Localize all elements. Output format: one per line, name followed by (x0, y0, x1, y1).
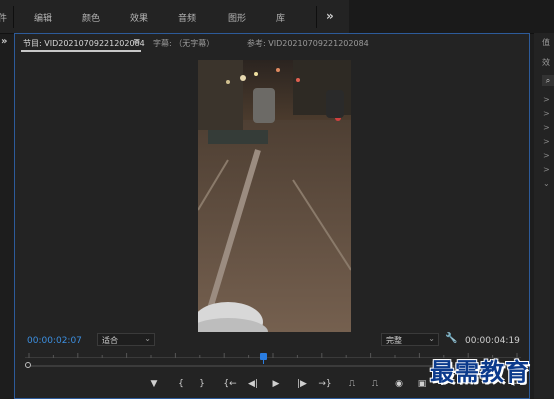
chevron-right-icon[interactable]: > (543, 151, 550, 160)
chevron-down-icon: ⌄ (428, 334, 435, 343)
mark-out-button[interactable]: } (193, 377, 211, 391)
workspace-bar: 件 编辑 颜色 效果 音频 图形 库 » (0, 0, 554, 34)
zoom-level-dropdown[interactable]: 适合 ⌄ (97, 333, 155, 346)
workspace-tab-effects[interactable]: 效果 (130, 11, 148, 24)
compare-button[interactable]: ▣ (413, 377, 431, 391)
step-back-button[interactable]: ◀| (244, 377, 262, 391)
workspace-overflow-button[interactable]: » (326, 9, 334, 23)
playback-resolution-value: 完整 (386, 336, 402, 345)
scroll-handle[interactable] (25, 362, 31, 368)
add-marker-button[interactable]: ▼ (145, 377, 163, 391)
wrench-icon[interactable]: 🔧 (445, 333, 457, 344)
expand-left-panel-icon[interactable]: » (1, 36, 7, 47)
workspace-bar-empty (349, 0, 554, 33)
chevron-right-icon[interactable]: > (543, 137, 550, 146)
chevron-right-icon[interactable]: > (543, 109, 550, 118)
right-panel-collapsed: 值 效 ⌕ > > > > > > ⌄ (534, 33, 554, 399)
playback-resolution-dropdown[interactable]: 完整 ⌄ (381, 333, 439, 346)
mark-in-button[interactable]: { (172, 377, 190, 391)
watermark-logo: 最需教育 (430, 357, 530, 386)
duration-timecode: 00:00:04:19 (465, 336, 520, 346)
workspace-tab-edit[interactable]: 编辑 (34, 11, 52, 24)
chevron-down-icon: ⌄ (144, 334, 151, 343)
timecode-row: 00:00:02:07 适合 ⌄ 完整 ⌄ 🔧 00:00:04:19 (15, 332, 529, 350)
workspace-tab-audio[interactable]: 音频 (178, 11, 196, 24)
go-to-out-button[interactable]: →} (316, 377, 334, 391)
program-monitor: 节目: VID20210709221202084 ≡ 字幕: （无字幕） 参考:… (14, 33, 530, 399)
play-button[interactable]: ▶ (267, 377, 285, 391)
workspace-tab-file[interactable]: 件 (0, 11, 7, 24)
go-to-in-button[interactable]: {← (221, 377, 239, 391)
extract-button[interactable]: ⎍ (366, 377, 384, 391)
zoom-level-value: 适合 (102, 336, 118, 345)
search-icon[interactable]: ⌕ (542, 75, 554, 86)
chevron-right-icon[interactable]: > (543, 165, 550, 174)
panel-tab-row: 节目: VID20210709221202084 ≡ 字幕: （无字幕） 参考:… (15, 34, 529, 52)
video-frame[interactable] (198, 60, 351, 332)
export-frame-button[interactable]: ◉ (390, 377, 408, 391)
chevron-down-icon[interactable]: ⌄ (543, 179, 550, 188)
workspace-tab-color[interactable]: 颜色 (82, 11, 100, 24)
workspace-tab-graphics[interactable]: 图形 (228, 11, 246, 24)
workspace-divider (316, 6, 317, 28)
tab-captions[interactable]: 字幕: （无字幕） (153, 38, 214, 49)
workspace-tab-libraries[interactable]: 库 (276, 11, 285, 24)
right-panel-tab[interactable]: 值 (542, 37, 550, 48)
effects-panel-tab[interactable]: 效 (542, 57, 550, 68)
active-tab-indicator (21, 50, 141, 52)
chevron-right-icon[interactable]: > (543, 95, 550, 104)
chevron-right-icon[interactable]: > (543, 123, 550, 132)
lift-button[interactable]: ⎍ (343, 377, 361, 391)
panel-menu-icon[interactable]: ≡ (133, 37, 141, 47)
current-timecode[interactable]: 00:00:02:07 (27, 336, 82, 346)
tab-reference[interactable]: 参考: VID20210709221202084 (247, 38, 369, 49)
night-street-video-image (198, 60, 351, 332)
tab-program[interactable]: 节目: VID20210709221202084 (23, 38, 145, 49)
workspace-divider (13, 6, 14, 28)
step-forward-button[interactable]: |▶ (293, 377, 311, 391)
